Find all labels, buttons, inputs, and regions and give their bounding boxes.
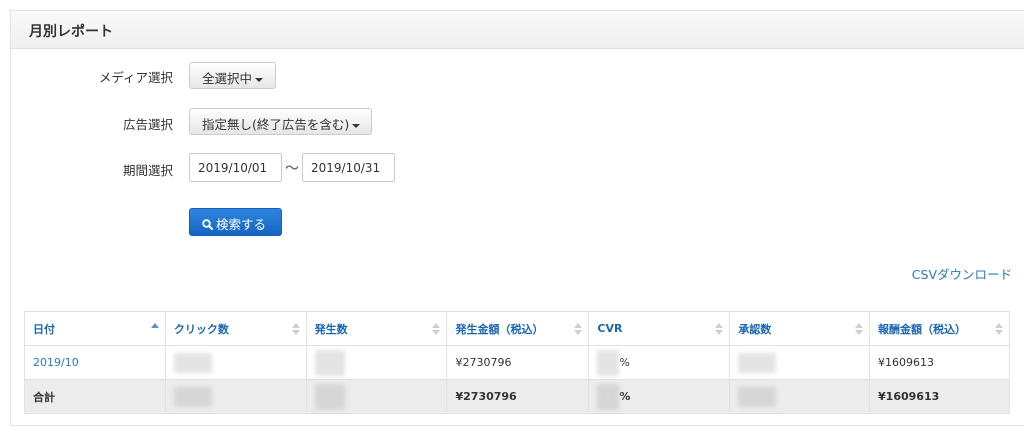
caret-down-icon [352, 123, 361, 128]
csv-download-link[interactable]: CSVダウンロード [912, 264, 1012, 283]
ad-select-label: 広告選択 [122, 117, 173, 132]
date-to-input[interactable] [302, 153, 395, 182]
column-header-approved[interactable]: 承認数 [729, 311, 871, 346]
column-header-amount[interactable]: 発生金額（税込） [446, 311, 590, 346]
cell-amount: ¥2730796 [446, 345, 590, 380]
cell-total-approved [729, 379, 871, 414]
date-from-input[interactable] [189, 153, 282, 182]
cell-approved [729, 345, 871, 380]
redacted-value [738, 386, 777, 407]
cell-total-label: 合計 [24, 379, 166, 414]
sort-icon [291, 323, 300, 335]
redacted-value [314, 349, 345, 376]
period-select-label: 期間選択 [122, 163, 173, 178]
cell-total-cvr: % [588, 379, 731, 414]
cell-cvr: % [588, 345, 731, 380]
redacted-value [173, 352, 212, 373]
column-header-reward[interactable]: 報酬金額（税込） [869, 311, 1010, 346]
media-select-label: メディア選択 [98, 70, 173, 85]
cell-date[interactable]: 2019/10 [24, 345, 166, 380]
sort-icon [715, 323, 724, 335]
redacted-value [173, 386, 212, 407]
search-button[interactable]: 検索する [189, 208, 282, 236]
media-select-value: 全選択中 [202, 71, 253, 86]
date-link[interactable]: 2019/10 [33, 356, 79, 369]
report-table: 日付 クリック数 発生数 発生金額（税込） CVR 承認数 報酬金額（税込） 2… [24, 311, 1010, 414]
sort-icon [855, 323, 864, 335]
sort-asc-icon [150, 323, 159, 335]
column-header-cvr[interactable]: CVR [588, 311, 731, 346]
search-icon [202, 219, 213, 230]
cell-total-conversions [305, 379, 448, 414]
redacted-value [597, 349, 620, 376]
cell-total-clicks [164, 379, 307, 414]
cell-reward: ¥1609613 [869, 345, 1010, 380]
sort-icon [574, 323, 583, 335]
cell-total-amount: ¥2730796 [446, 379, 590, 414]
redacted-value [597, 383, 620, 410]
cell-clicks [164, 345, 307, 380]
date-range-separator: 〜 [285, 161, 299, 177]
column-header-date[interactable]: 日付 [24, 311, 166, 346]
redacted-value [738, 352, 777, 373]
ad-select-dropdown[interactable]: 指定無し(終了広告を含む) [189, 108, 372, 135]
search-button-label: 検索する [216, 217, 267, 232]
redacted-value [314, 383, 345, 410]
cell-conversions [305, 345, 448, 380]
panel-title: 月別レポート [11, 11, 1024, 49]
ad-select-value: 指定無し(終了広告を含む) [202, 117, 350, 132]
caret-down-icon [255, 77, 264, 82]
column-header-conversions[interactable]: 発生数 [305, 311, 448, 346]
table-total-row: 合計 ¥2730796 % ¥1609613 [24, 379, 1010, 414]
table-row: 2019/10 ¥2730796 % ¥1609613 [24, 345, 1010, 380]
sort-icon [432, 323, 441, 335]
media-select-dropdown[interactable]: 全選択中 [189, 62, 276, 89]
table-header-row: 日付 クリック数 発生数 発生金額（税込） CVR 承認数 報酬金額（税込） [24, 311, 1010, 346]
sort-icon [995, 323, 1003, 335]
column-header-clicks[interactable]: クリック数 [164, 311, 307, 346]
cell-total-reward: ¥1609613 [869, 379, 1010, 414]
